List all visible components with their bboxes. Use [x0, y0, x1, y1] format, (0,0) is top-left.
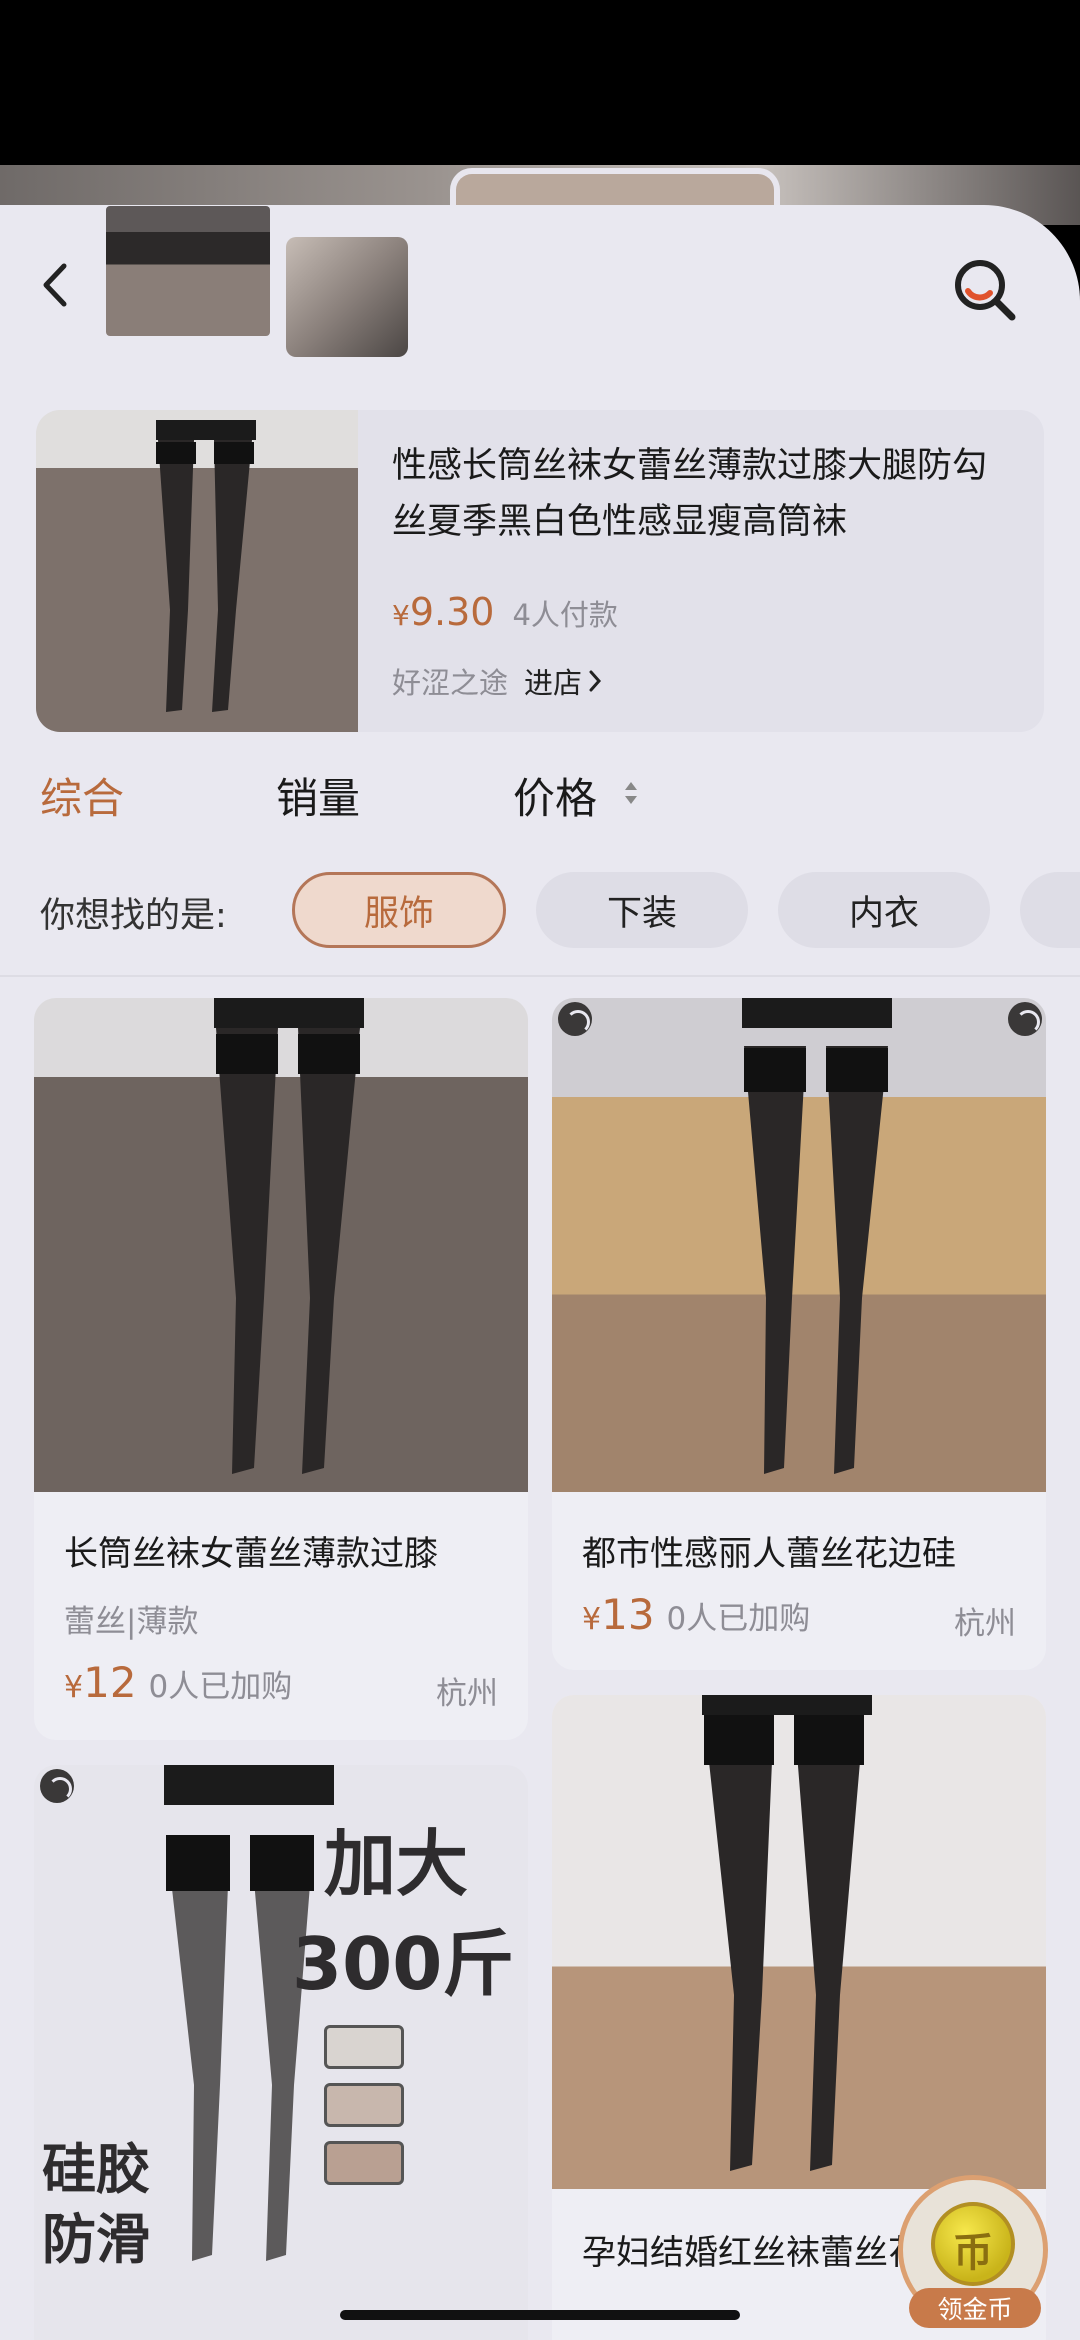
currency-symbol: ¥ [582, 1602, 602, 1637]
result-card-1[interactable]: 长筒丝袜女蕾丝薄款过膝 蕾丝|薄款 ¥12 0人已加购 杭州 [34, 998, 528, 1740]
result-3-legs-graphic [164, 1765, 334, 2261]
brand-logo-icon [1008, 1002, 1042, 1036]
status-bar-area [0, 0, 1080, 165]
result-location-2: 杭州 [954, 1606, 1016, 1642]
result-image-4 [552, 1695, 1046, 2189]
divider [0, 975, 1080, 977]
collect-coins-widget[interactable]: 币 领金币 [898, 2175, 1048, 2328]
result-price-1: ¥12 [64, 1658, 137, 1707]
lace-sample-1 [324, 2025, 404, 2069]
paid-count: 4人付款 [512, 598, 618, 632]
result-price-row-2: ¥13 0人已加购 [582, 1590, 810, 1639]
home-indicator[interactable] [340, 2310, 740, 2320]
price-value: 13 [601, 1590, 655, 1639]
result-card-2[interactable]: 都市性感丽人蕾丝花边硅 ¥13 0人已加购 杭州 [552, 998, 1046, 1670]
shop-name: 好涩之途 [392, 666, 509, 700]
chevron-left-icon [43, 263, 67, 307]
result-title-1: 长筒丝袜女蕾丝薄款过膝 [64, 1534, 438, 1574]
promo-line-1: 加大 [324, 1822, 469, 1906]
result-tags-1: 蕾丝|薄款 [64, 1604, 199, 1640]
result-2-legs-graphic [742, 998, 892, 1474]
result-card-3[interactable]: 加大 300斤 硅胶 防滑 [34, 1765, 528, 2340]
result-image-2 [552, 998, 1046, 1492]
back-button[interactable] [30, 255, 80, 315]
chip-clothing[interactable]: 服饰 [292, 872, 506, 948]
promo-line-4: 防滑 [42, 2208, 150, 2271]
source-product-card[interactable]: 性感长筒丝袜女蕾丝薄款过膝大腿防勾丝夏季黑白色性感显瘦高筒袜 ¥9.30 4人付… [36, 410, 1044, 732]
sort-tab-sales[interactable]: 销量 [276, 765, 360, 826]
sort-arrows-icon [625, 782, 637, 804]
result-sold-1: 0人已加购 [148, 1669, 293, 1705]
result-1-legs-graphic [214, 998, 364, 1474]
brand-logo-icon [558, 1002, 592, 1036]
similar-items-sheet: 性感长筒丝袜女蕾丝薄款过膝大腿防勾丝夏季黑白色性感显瘦高筒袜 ¥9.30 4人付… [0, 205, 1080, 2340]
lace-sample-3 [324, 2141, 404, 2185]
chip-bottoms[interactable]: 下装 [536, 872, 748, 948]
currency-symbol: ¥ [392, 599, 410, 632]
result-price-2: ¥13 [582, 1590, 655, 1639]
coin-glyph: 币 [953, 2230, 993, 2276]
thumbnail-1[interactable] [94, 205, 280, 350]
thumbnail-2[interactable] [286, 237, 408, 357]
product-image [36, 410, 358, 732]
chip-underwear[interactable]: 内衣 [778, 872, 990, 948]
result-4-legs-graphic [702, 1695, 872, 2171]
image-search-button[interactable] [950, 255, 1020, 325]
result-price-row-1: ¥12 0人已加购 [64, 1658, 292, 1707]
product-price: ¥9.30 [392, 590, 494, 634]
collect-coins-label: 领金币 [909, 2288, 1041, 2328]
result-location-1: 杭州 [436, 1676, 498, 1712]
shop-row: 好涩之途 进店 [392, 660, 602, 702]
result-sold-2: 0人已加购 [666, 1601, 811, 1637]
sort-tab-comprehensive[interactable]: 综合 [40, 765, 124, 826]
enter-shop-label: 进店 [524, 666, 583, 700]
gold-coin-icon: 币 [931, 2202, 1015, 2286]
product-legs-graphic [156, 420, 256, 712]
sort-tab-price[interactable]: 价格 [513, 765, 597, 826]
enter-shop-link[interactable]: 进店 [524, 660, 602, 702]
lace-sample-2 [324, 2083, 404, 2127]
price-value: 12 [83, 1658, 137, 1707]
chevron-right-icon [589, 670, 602, 692]
chip-more[interactable] [1020, 872, 1080, 948]
product-price-row: ¥9.30 4人付款 [392, 590, 618, 634]
promo-line-3: 硅胶 [42, 2138, 150, 2201]
filter-label: 你想找的是: [40, 896, 227, 936]
result-title-2: 都市性感丽人蕾丝花边硅 [582, 1534, 956, 1574]
promo-line-2: 300斤 [292, 1922, 515, 2006]
result-image-1 [34, 998, 528, 1492]
search-icon [955, 260, 1016, 321]
product-title: 性感长筒丝袜女蕾丝薄款过膝大腿防勾丝夏季黑白色性感显瘦高筒袜 [392, 446, 988, 542]
price-value: 9.30 [409, 590, 495, 634]
thumbnail-1-image [106, 206, 270, 336]
currency-symbol: ¥ [64, 1670, 84, 1705]
brand-logo-icon [40, 1769, 74, 1803]
